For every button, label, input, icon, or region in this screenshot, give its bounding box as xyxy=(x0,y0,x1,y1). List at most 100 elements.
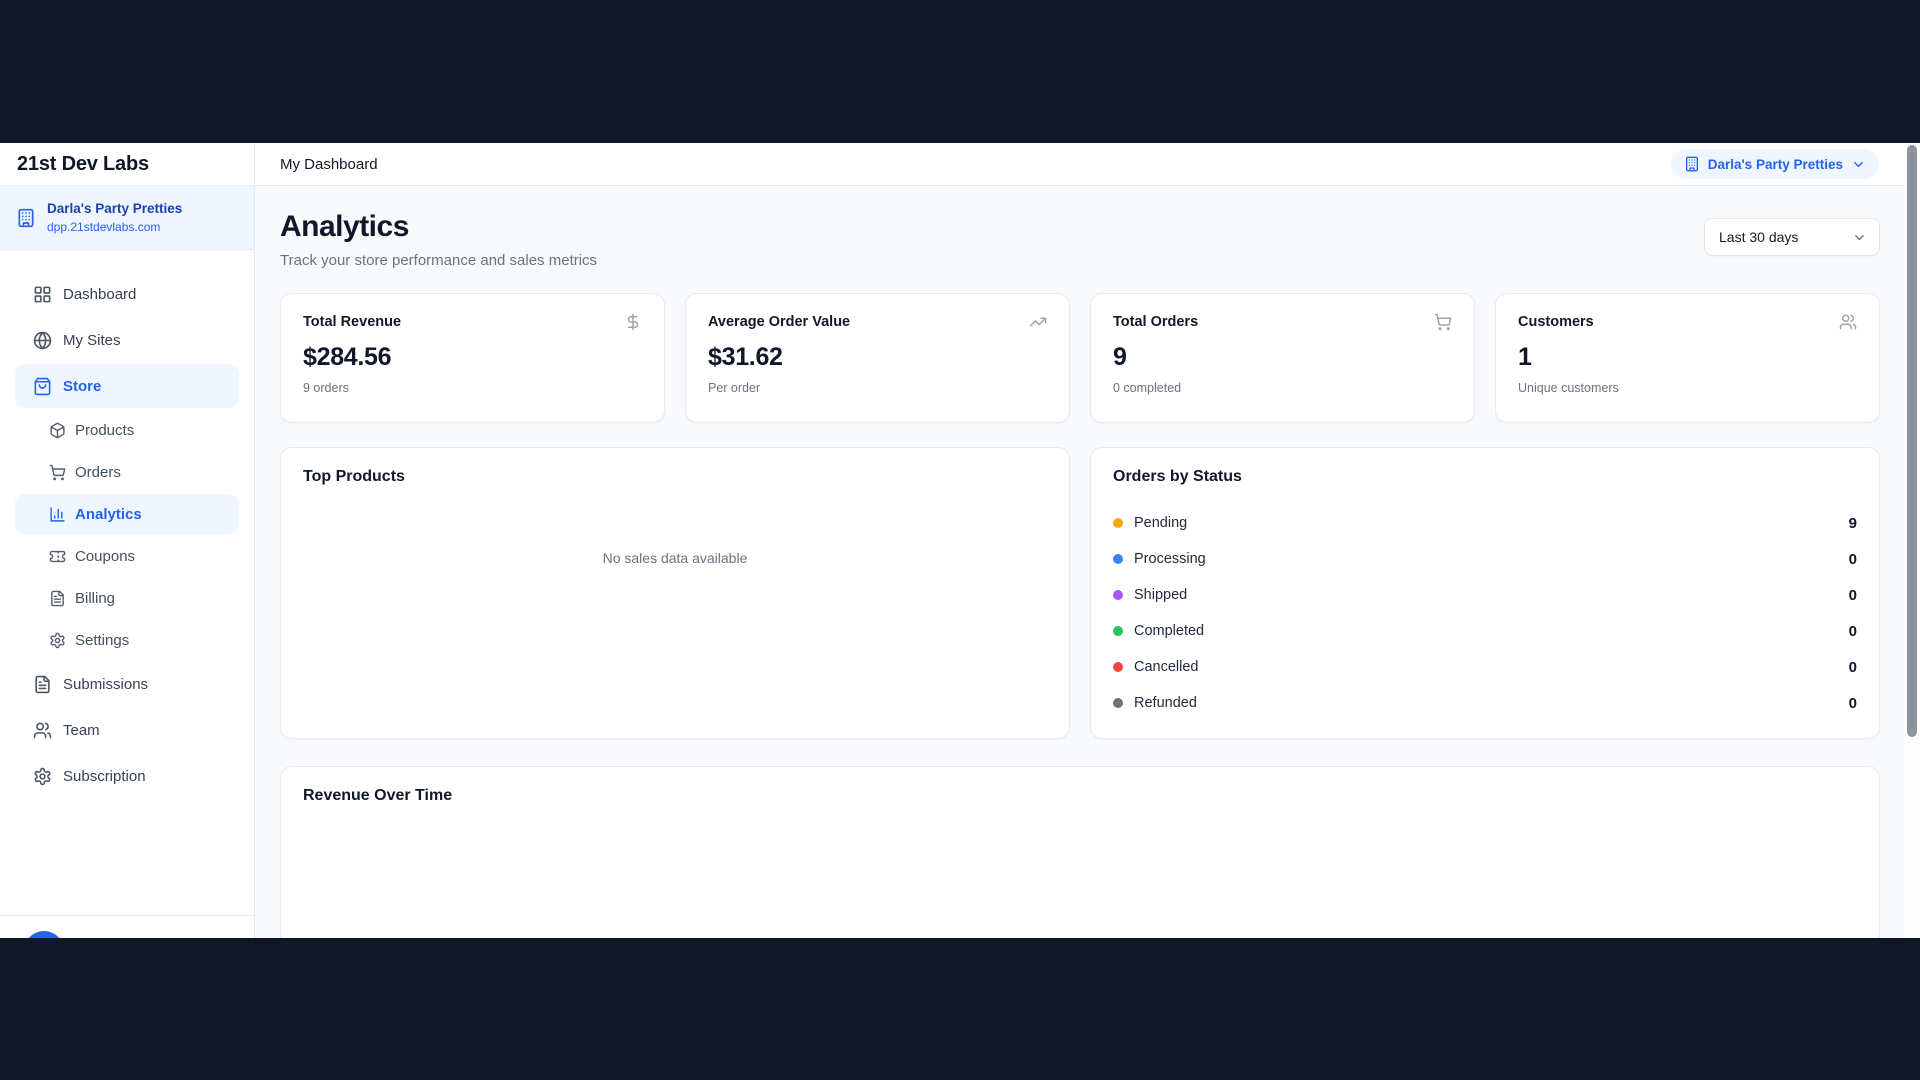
sidebar-item-label: Orders xyxy=(75,464,121,481)
top-products-panel: Top Products No sales data available xyxy=(280,447,1070,739)
sidebar: 21st Dev Labs Darla's Party Pretties dpp… xyxy=(0,143,255,938)
status-value: 9 xyxy=(1849,515,1857,532)
status-label: Cancelled xyxy=(1134,659,1199,675)
app-window: 21st Dev Labs Darla's Party Pretties dpp… xyxy=(0,143,1920,938)
stat-subtext: Unique customers xyxy=(1518,381,1857,395)
panel-title: Orders by Status xyxy=(1113,468,1857,486)
status-value: 0 xyxy=(1849,551,1857,568)
sidebar-item-label: Store xyxy=(63,378,101,395)
sidebar-item-settings[interactable]: Settings xyxy=(15,620,239,660)
status-dot xyxy=(1113,554,1123,564)
stat-value: 1 xyxy=(1518,343,1857,372)
shopping-cart-icon xyxy=(1434,313,1452,331)
status-row-cancelled: Cancelled 0 xyxy=(1113,649,1857,685)
status-label: Pending xyxy=(1134,515,1187,531)
status-dot xyxy=(1113,518,1123,528)
users-icon xyxy=(1839,313,1857,331)
stat-value: $284.56 xyxy=(303,343,642,372)
status-value: 0 xyxy=(1849,659,1857,676)
current-site-card[interactable]: Darla's Party Pretties dpp.21stdevlabs.c… xyxy=(0,186,254,250)
scrollbar-track[interactable] xyxy=(1904,143,1920,938)
sidebar-item-label: Team xyxy=(63,722,100,739)
top-bar: My Dashboard Darla's Party Pretties xyxy=(255,143,1920,186)
chevron-down-icon xyxy=(1852,230,1867,245)
building-icon xyxy=(16,208,36,228)
status-row-pending: Pending 9 xyxy=(1113,505,1857,541)
status-row-refunded: Refunded 0 xyxy=(1113,685,1857,721)
site-switcher-label: Darla's Party Pretties xyxy=(1708,157,1843,172)
sidebar-item-analytics[interactable]: Analytics xyxy=(15,494,239,534)
sidebar-item-store[interactable]: Store xyxy=(15,364,239,408)
orders-by-status-panel: Orders by Status Pending 9 Processing 0 xyxy=(1090,447,1880,739)
revenue-over-time-panel: Revenue Over Time xyxy=(280,766,1880,938)
sidebar-item-coupons[interactable]: Coupons xyxy=(15,536,239,576)
file-text-icon xyxy=(48,590,66,607)
main-area: My Dashboard Darla's Party Pretties Anal… xyxy=(255,143,1920,938)
gear-icon xyxy=(32,767,52,786)
users-icon xyxy=(32,721,52,740)
stat-subtext: 0 completed xyxy=(1113,381,1452,395)
sidebar-item-products[interactable]: Products xyxy=(15,410,239,450)
sidebar-item-label: Dashboard xyxy=(63,286,136,303)
status-label: Refunded xyxy=(1134,695,1197,711)
stat-label: Customers xyxy=(1518,314,1594,330)
sidebar-item-label: Settings xyxy=(75,632,129,649)
site-name: Darla's Party Pretties xyxy=(47,201,182,218)
sidebar-item-label: Submissions xyxy=(63,676,148,693)
sidebar-item-label: Billing xyxy=(75,590,115,607)
sidebar-item-label: Products xyxy=(75,422,134,439)
stat-card-total-revenue: Total Revenue $284.56 9 orders xyxy=(280,293,665,423)
sidebar-item-orders[interactable]: Orders xyxy=(15,452,239,492)
page-breadcrumb-title: My Dashboard xyxy=(280,156,378,173)
building-icon xyxy=(1684,156,1700,172)
shopping-cart-icon xyxy=(48,464,66,481)
sidebar-nav: Dashboard My Sites Store Products Orders xyxy=(0,250,254,915)
brand-title: 21st Dev Labs xyxy=(0,143,254,186)
stat-label: Total Orders xyxy=(1113,314,1198,330)
chevron-down-icon xyxy=(1851,157,1866,172)
package-icon xyxy=(48,422,66,439)
status-value: 0 xyxy=(1849,695,1857,712)
file-text-icon xyxy=(32,675,52,694)
layout-grid-icon xyxy=(32,285,52,304)
stat-card-average-order-value: Average Order Value $31.62 Per order xyxy=(685,293,1070,423)
scrollbar-thumb[interactable] xyxy=(1907,145,1917,737)
analytics-content: Analytics Track your store performance a… xyxy=(255,186,1920,938)
empty-state-message: No sales data available xyxy=(303,550,1047,566)
site-domain: dpp.21stdevlabs.com xyxy=(47,220,182,234)
site-switcher-button[interactable]: Darla's Party Pretties xyxy=(1671,149,1879,179)
sidebar-item-my-sites[interactable]: My Sites xyxy=(15,318,239,362)
status-row-completed: Completed 0 xyxy=(1113,613,1857,649)
stat-card-customers: Customers 1 Unique customers xyxy=(1495,293,1880,423)
status-dot xyxy=(1113,590,1123,600)
status-value: 0 xyxy=(1849,587,1857,604)
sidebar-item-subscription[interactable]: Subscription xyxy=(15,754,239,798)
sidebar-item-submissions[interactable]: Submissions xyxy=(15,662,239,706)
sidebar-item-billing[interactable]: Billing xyxy=(15,578,239,618)
sidebar-item-label: My Sites xyxy=(63,332,121,349)
date-range-select[interactable]: Last 30 days xyxy=(1704,218,1880,256)
shopping-bag-icon xyxy=(32,377,52,396)
page-title: Analytics xyxy=(280,210,597,244)
globe-icon xyxy=(32,331,52,350)
status-label: Completed xyxy=(1134,623,1204,639)
page-subtitle: Track your store performance and sales m… xyxy=(280,252,597,269)
stat-value: $31.62 xyxy=(708,343,1047,372)
user-avatar[interactable] xyxy=(24,931,64,938)
sidebar-item-dashboard[interactable]: Dashboard xyxy=(15,272,239,316)
stat-card-total-orders: Total Orders 9 0 completed xyxy=(1090,293,1475,423)
stat-subtext: 9 orders xyxy=(303,381,642,395)
bar-chart-icon xyxy=(48,506,66,523)
ticket-icon xyxy=(48,548,66,565)
status-dot xyxy=(1113,626,1123,636)
panels-row: Top Products No sales data available Ord… xyxy=(280,447,1880,739)
status-list: Pending 9 Processing 0 Shipped 0 xyxy=(1113,505,1857,721)
status-row-processing: Processing 0 xyxy=(1113,541,1857,577)
trending-up-icon xyxy=(1029,313,1047,331)
dollar-icon xyxy=(624,313,642,331)
sidebar-footer xyxy=(0,915,254,938)
status-row-shipped: Shipped 0 xyxy=(1113,577,1857,613)
sidebar-item-team[interactable]: Team xyxy=(15,708,239,752)
stat-label: Average Order Value xyxy=(708,314,850,330)
panel-title: Top Products xyxy=(303,468,1047,486)
